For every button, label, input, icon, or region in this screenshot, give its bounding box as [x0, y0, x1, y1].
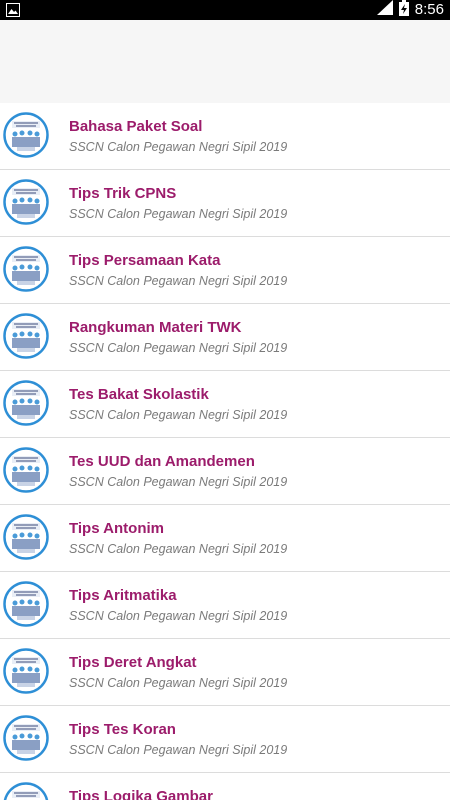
list-item[interactable]: Tips Antonim SSCN Calon Pegawan Negri Si… [0, 505, 450, 572]
list-item-subtitle: SSCN Calon Pegawan Negri Sipil 2019 [69, 408, 288, 422]
list-item[interactable]: Tips Persamaan Kata SSCN Calon Pegawan N… [0, 237, 450, 304]
app-logo-icon [3, 246, 49, 292]
list-item-subtitle: SSCN Calon Pegawan Negri Sipil 2019 [69, 475, 288, 489]
list-item-title: Rangkuman Materi TWK [69, 319, 242, 336]
list-item[interactable]: Rangkuman Materi TWK SSCN Calon Pegawan … [0, 304, 450, 371]
list-item-subtitle: SSCN Calon Pegawan Negri Sipil 2019 [69, 542, 288, 556]
list-item-title: Tips Deret Angkat [69, 654, 197, 671]
list-item-title: Tips Tes Koran [69, 721, 176, 738]
list-item[interactable]: Tips Deret Angkat SSCN Calon Pegawan Neg… [0, 639, 450, 706]
list-item-subtitle: SSCN Calon Pegawan Negri Sipil 2019 [69, 676, 288, 690]
article-list: Bahasa Paket Soal SSCN Calon Pegawan Neg… [0, 103, 450, 800]
list-item-title: Tes UUD dan Amandemen [69, 453, 255, 470]
list-item-title: Tes Bakat Skolastik [69, 386, 209, 403]
app-logo-icon [3, 313, 49, 359]
list-item[interactable]: Tips Logika Gambar SSCN Calon Pegawan Ne… [0, 773, 450, 800]
app-logo-icon [3, 380, 49, 426]
list-item-subtitle: SSCN Calon Pegawan Negri Sipil 2019 [69, 274, 288, 288]
list-item-title: Tips Persamaan Kata [69, 252, 221, 269]
list-item-subtitle: SSCN Calon Pegawan Negri Sipil 2019 [69, 341, 288, 355]
list-item-subtitle: SSCN Calon Pegawan Negri Sipil 2019 [69, 207, 288, 221]
list-item-title: Tips Logika Gambar [69, 788, 213, 800]
signal-icon [376, 0, 393, 20]
list-item-title: Tips Antonim [69, 520, 164, 537]
status-time: 8:56 [414, 1, 444, 18]
banner-area [0, 20, 450, 103]
app-logo-icon [3, 112, 49, 158]
list-item[interactable]: Tips Trik CPNS SSCN Calon Pegawan Negri … [0, 170, 450, 237]
status-bar: 8:56 [0, 0, 450, 20]
list-item-title: Bahasa Paket Soal [69, 118, 203, 135]
list-item[interactable]: Tes Bakat Skolastik SSCN Calon Pegawan N… [0, 371, 450, 438]
list-item-subtitle: SSCN Calon Pegawan Negri Sipil 2019 [69, 743, 288, 757]
list-item-title: Tips Trik CPNS [69, 185, 177, 202]
app-logo-icon [3, 715, 49, 761]
list-item[interactable]: Bahasa Paket Soal SSCN Calon Pegawan Neg… [0, 103, 450, 170]
list-item-subtitle: SSCN Calon Pegawan Negri Sipil 2019 [69, 140, 288, 154]
app-logo-icon [3, 782, 49, 800]
app-logo-icon [3, 179, 49, 225]
list-item[interactable]: Tes UUD dan Amandemen SSCN Calon Pegawan… [0, 438, 450, 505]
app-logo-icon [3, 581, 49, 627]
app-logo-icon [3, 447, 49, 493]
app-logo-icon [3, 648, 49, 694]
app-logo-icon [3, 514, 49, 560]
list-item-subtitle: SSCN Calon Pegawan Negri Sipil 2019 [69, 609, 288, 623]
battery-icon [398, 0, 409, 21]
list-item[interactable]: Tips Aritmatika SSCN Calon Pegawan Negri… [0, 572, 450, 639]
list-item-title: Tips Aritmatika [69, 587, 177, 604]
list-item[interactable]: Tips Tes Koran SSCN Calon Pegawan Negri … [0, 706, 450, 773]
